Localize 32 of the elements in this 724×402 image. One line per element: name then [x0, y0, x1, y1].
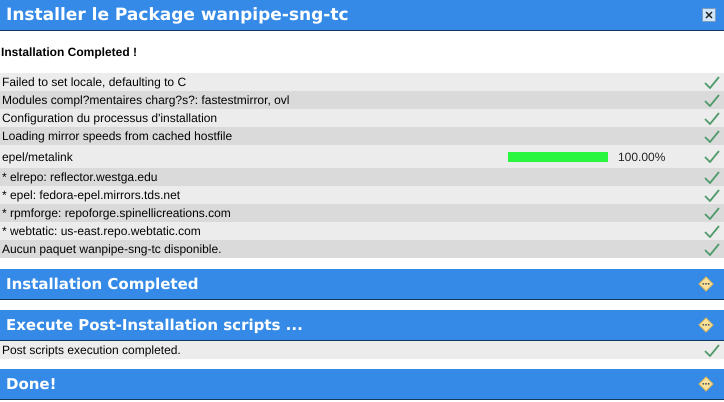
log-line: * rpmforge: repoforge.spinellicreations.com — [2, 205, 231, 222]
checkmark-icon — [704, 150, 720, 163]
checkmark-icon — [704, 344, 720, 356]
checkmark-icon — [704, 188, 720, 202]
close-button[interactable] — [702, 8, 716, 22]
section-title: Execute Post-Installation scripts ... — [6, 314, 303, 336]
log-line: * webtatic: us-east.repo.webtatic.com — [2, 223, 201, 240]
checkmark-icon — [704, 130, 720, 142]
checkmark-icon — [704, 94, 720, 106]
section-title: Done! — [6, 374, 56, 395]
log-line: epel/metalink — [2, 148, 73, 166]
log-line: Failed to set locale, defaulting to C — [2, 74, 186, 91]
log-line: Configuration du processus d'installation — [2, 110, 218, 127]
log-line: * epel: fedora-epel.mirrors.tds.net — [2, 187, 180, 204]
log-line: Aucun paquet wanpipe-sng-tc disponible. — [2, 241, 222, 258]
close-icon — [705, 11, 713, 19]
checkmark-icon — [704, 206, 720, 220]
status-message: Installation Completed ! — [1, 44, 138, 61]
checkmark-icon — [704, 224, 720, 238]
log-line: Modules compl?mentaires charg?s?: fastestmirror, ovl — [2, 92, 290, 109]
checkmark-icon — [704, 242, 720, 256]
window-title: Installer le Package wanpipe-sng-tc — [6, 6, 349, 24]
section-title: Installation Completed — [6, 274, 198, 295]
checkmark-icon — [704, 76, 720, 88]
log-line: Loading mirror speeds from cached hostfile — [2, 128, 232, 145]
log-line: * elrepo: reflector.westga.edu — [2, 169, 158, 186]
checkmark-icon — [704, 170, 720, 184]
pending-icon — [698, 376, 714, 392]
checkmark-icon — [704, 112, 720, 124]
pending-icon — [698, 317, 714, 333]
log-line: Post scripts execution completed. — [2, 342, 181, 359]
pending-icon — [698, 276, 714, 292]
